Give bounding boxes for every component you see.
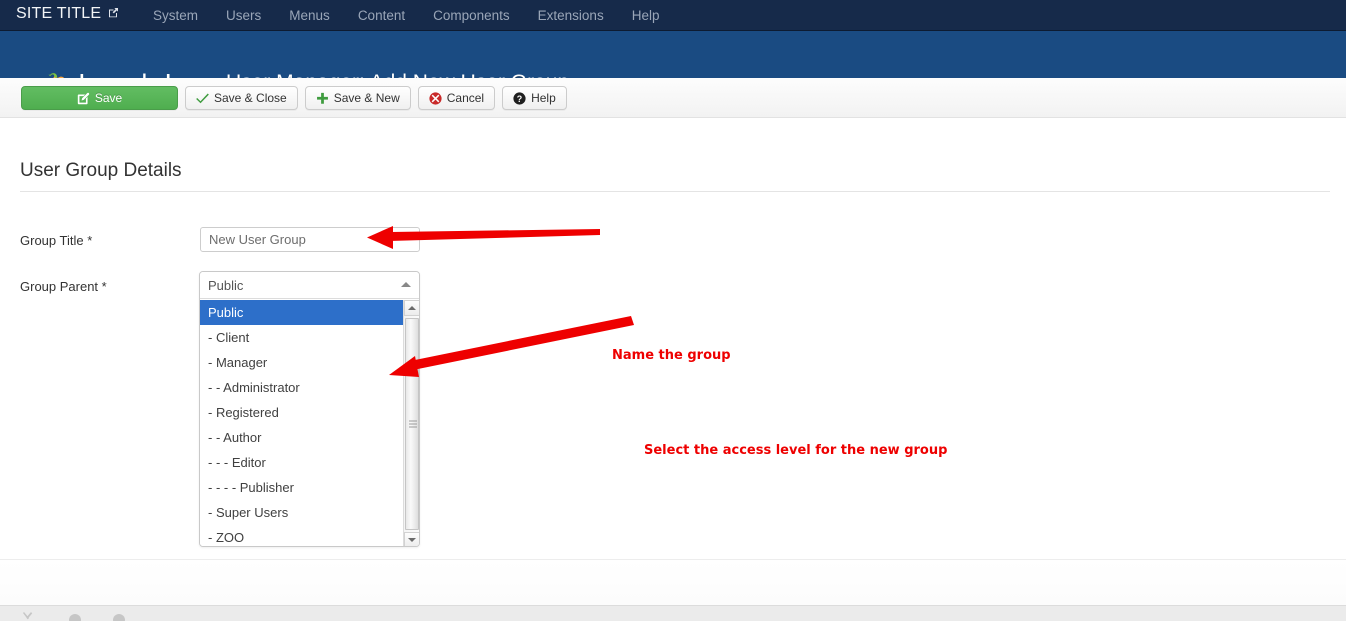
menu-item-components[interactable]: Components (419, 0, 524, 31)
group-parent-selected-label: Public (208, 277, 244, 293)
main-content: User Group Details Group Title * Group P… (0, 119, 1346, 559)
footer-dot-icon-2 (113, 614, 125, 621)
group-parent-select[interactable]: Public Public - Client - Manager - - Adm… (199, 271, 420, 547)
question-circle-icon: ? (513, 91, 526, 105)
annotation-label-name-group: Name the group (612, 348, 731, 363)
page-footer (0, 605, 1346, 621)
list-item[interactable]: - - Administrator (200, 375, 419, 400)
external-link-edit-icon[interactable] (108, 5, 119, 23)
group-parent-label: Group Parent * (20, 279, 107, 294)
admin-page: SITE TITLE System Users Menus Content Co… (0, 0, 1346, 621)
group-parent-selected-value[interactable]: Public (200, 272, 419, 299)
annotation-arrow-2 (389, 316, 634, 377)
help-button-label: Help (531, 91, 556, 105)
scrollbar-grip-icon (409, 419, 417, 430)
list-item[interactable]: - - - - Publisher (200, 475, 419, 500)
save-button-label: Save (94, 91, 123, 105)
scrollbar-thumb[interactable] (405, 318, 419, 530)
main-menu: System Users Menus Content Components Ex… (139, 0, 673, 31)
save-and-new-label: Save & New (333, 91, 400, 105)
content-footer-spacer (0, 559, 1346, 605)
menu-item-users[interactable]: Users (212, 0, 275, 31)
annotation-label-access-level: Select the access level for the new grou… (644, 443, 948, 458)
save-and-close-button[interactable]: Save & Close (185, 86, 298, 110)
group-parent-option-list[interactable]: Public - Client - Manager - - Administra… (200, 300, 419, 546)
save-and-close-label: Save & Close (214, 91, 287, 105)
svg-text:?: ? (517, 93, 522, 103)
footer-dot-icon-1 (69, 614, 81, 621)
list-item[interactable]: - Registered (200, 400, 419, 425)
group-title-input[interactable] (200, 227, 420, 252)
pencil-square-icon (77, 92, 90, 105)
page-header-bar: Joomla!® User Manager: Add New User Grou… (0, 31, 1346, 100)
group-title-label: Group Title * (20, 233, 93, 248)
chevron-up-icon (401, 282, 411, 287)
action-toolbar: Save Save & Close Save & New Cancel ? He… (0, 78, 1346, 118)
footer-icon-group (22, 611, 126, 621)
scroll-up-arrow-icon[interactable] (404, 300, 419, 316)
plus-icon (316, 92, 329, 105)
cancel-button-label: Cancel (446, 91, 485, 105)
joomla-footer-mark-icon (23, 612, 33, 620)
menu-item-help[interactable]: Help (618, 0, 674, 31)
cancel-button[interactable]: Cancel (417, 86, 496, 110)
menu-item-system[interactable]: System (139, 0, 212, 31)
list-item[interactable]: - - Author (200, 425, 419, 450)
list-item[interactable]: - Client (200, 325, 419, 350)
admin-topbar: SITE TITLE System Users Menus Content Co… (0, 0, 1346, 31)
option-list-scrollbar[interactable] (403, 300, 419, 546)
save-button[interactable]: Save (21, 86, 178, 110)
site-title[interactable]: SITE TITLE (16, 5, 119, 23)
menu-item-content[interactable]: Content (344, 0, 419, 31)
menu-item-extensions[interactable]: Extensions (524, 0, 618, 31)
list-item[interactable]: - Super Users (200, 500, 419, 525)
section-divider (20, 191, 1330, 192)
list-item[interactable]: - Manager (200, 350, 419, 375)
site-title-label: SITE TITLE (16, 5, 102, 22)
help-button[interactable]: ? Help (502, 86, 567, 110)
check-icon (196, 92, 209, 104)
save-and-new-button[interactable]: Save & New (304, 86, 411, 110)
list-item[interactable]: - - - Editor (200, 450, 419, 475)
cancel-circle-icon (429, 91, 442, 105)
section-title: User Group Details (20, 160, 182, 181)
scroll-down-arrow-icon[interactable] (404, 532, 419, 546)
list-item[interactable]: Public (200, 300, 419, 325)
list-item[interactable]: - ZOO (200, 525, 419, 546)
menu-item-menus[interactable]: Menus (275, 0, 344, 31)
